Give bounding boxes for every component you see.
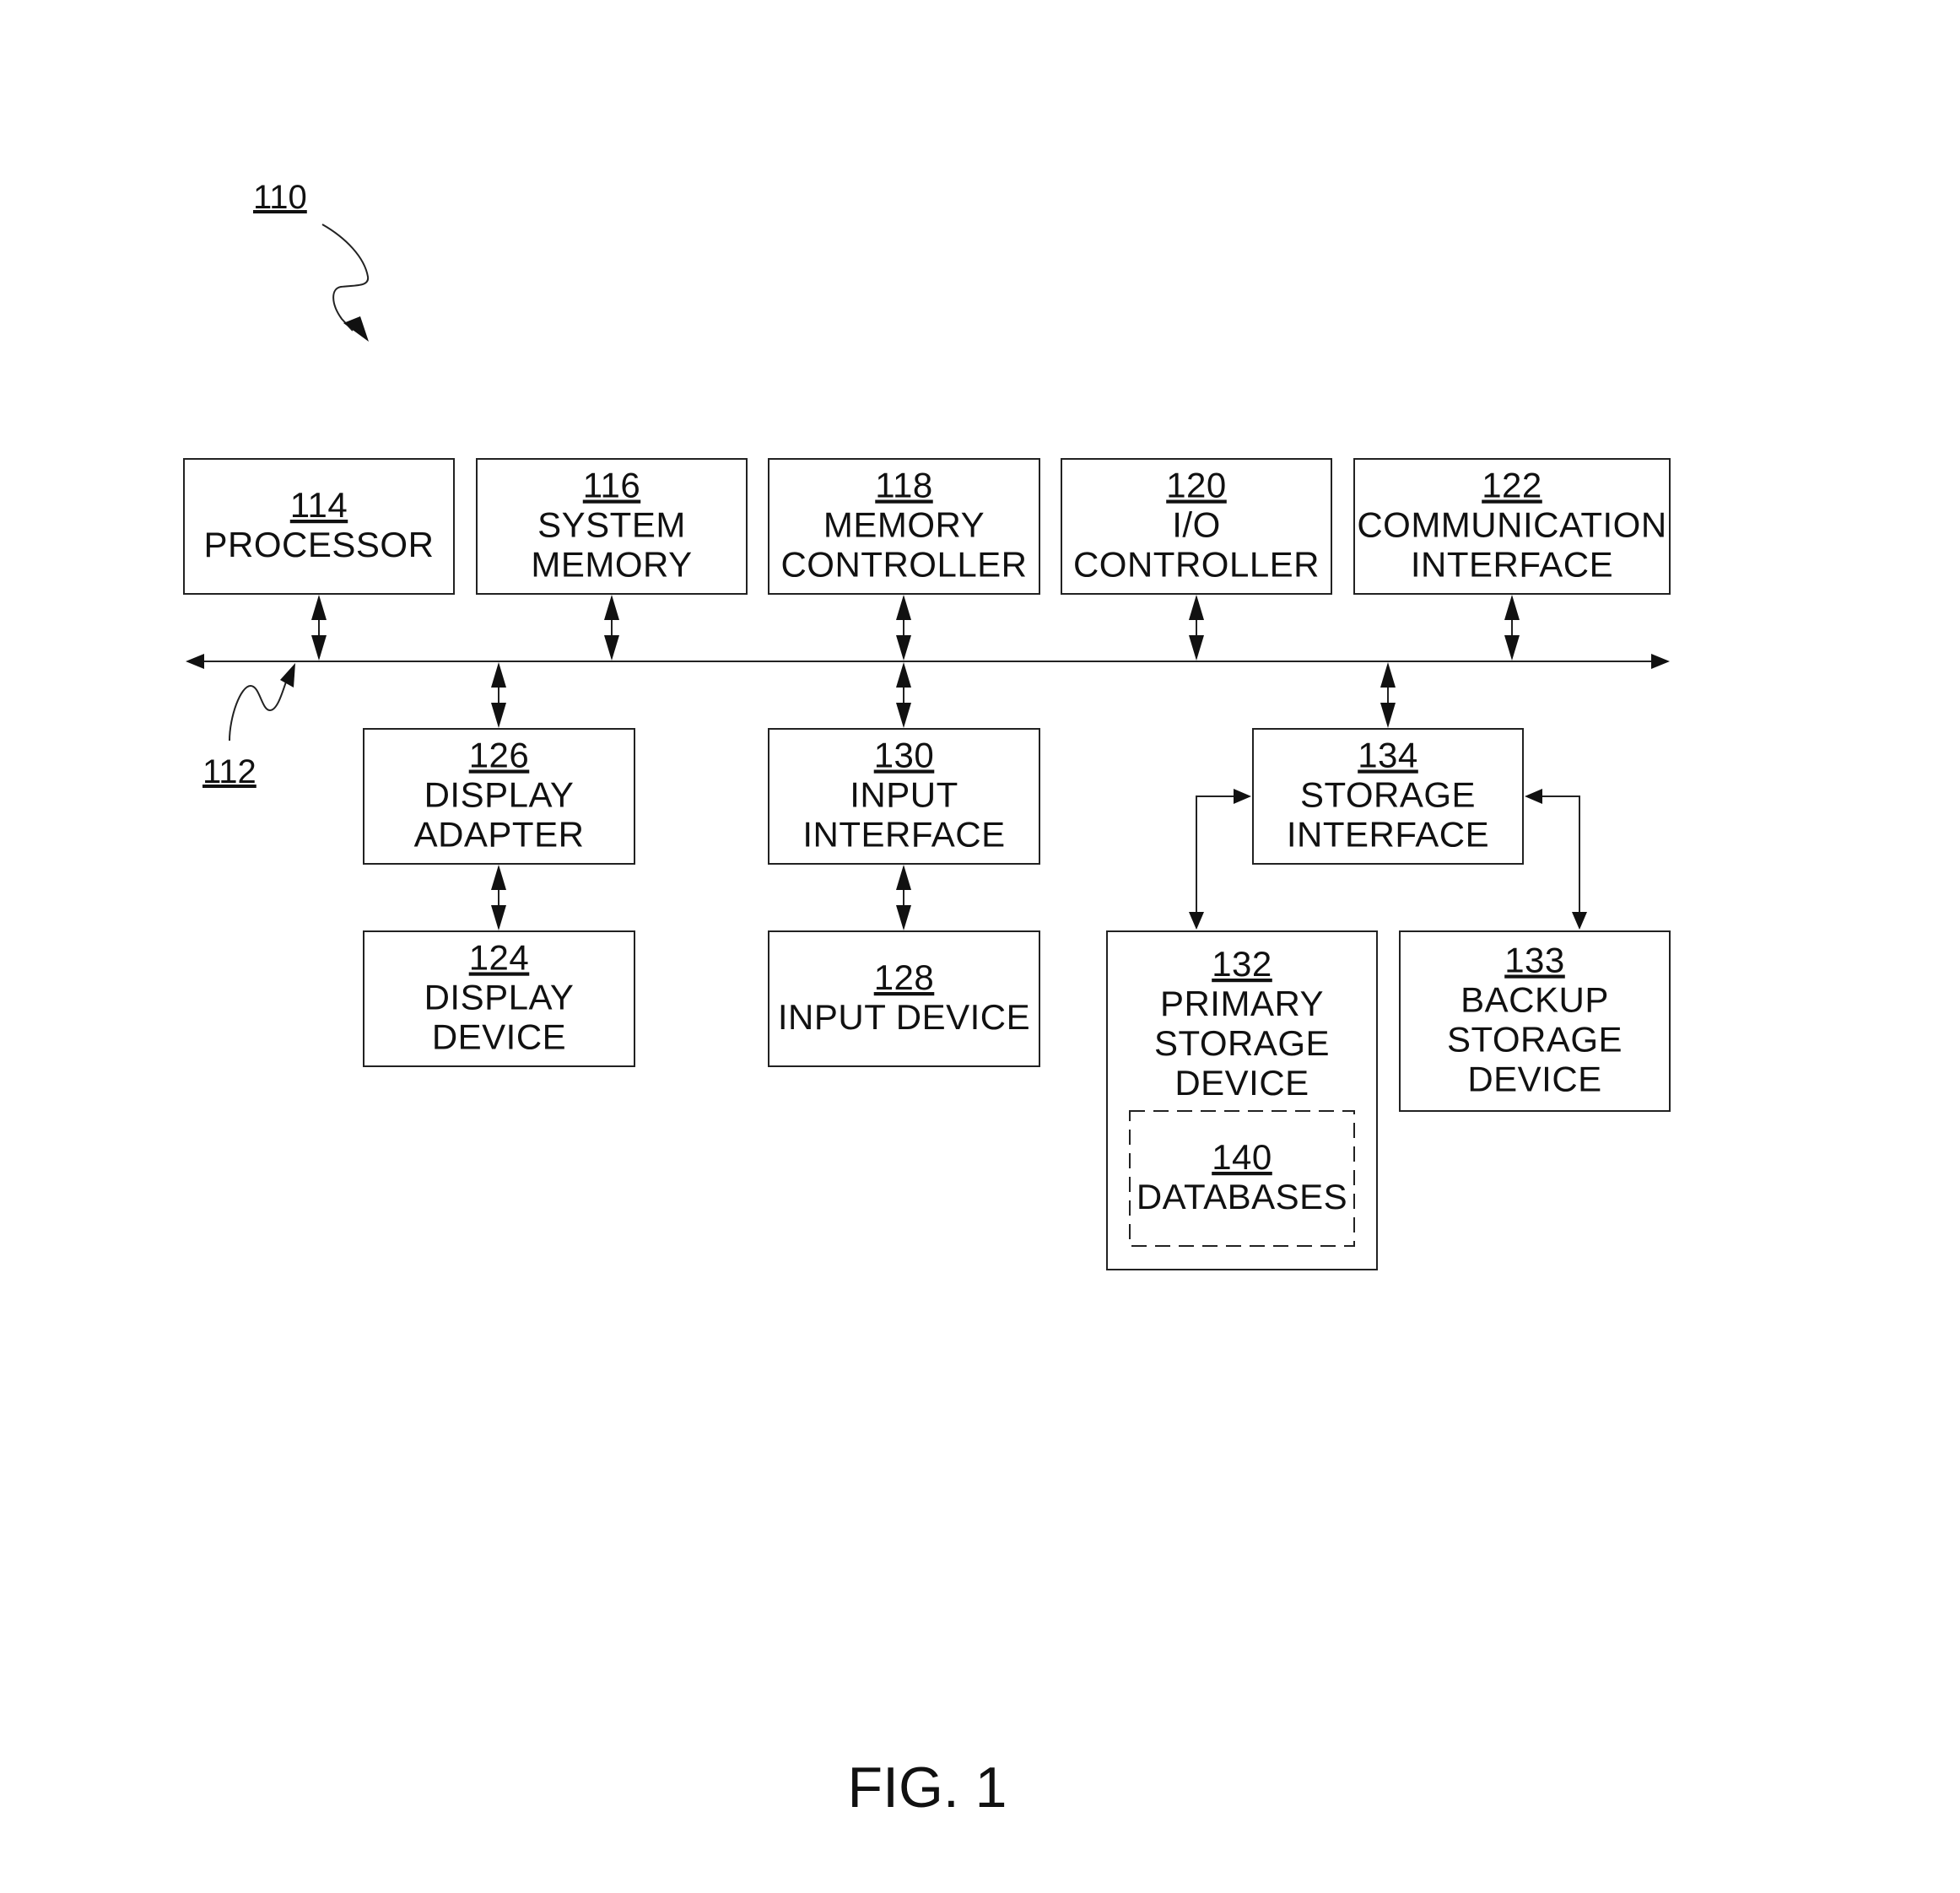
block-label-line: DEVICE [1467,1060,1601,1099]
arrowhead-down [1504,635,1520,661]
block-input-device: 128INPUT DEVICE [768,930,1040,1067]
bus-ref-arrowhead [280,663,295,688]
block-ref-number: 140 [1212,1137,1272,1177]
block-label-line: DISPLAY [424,775,575,815]
block-label-line: CONTROLLER [1073,545,1320,585]
block-io-controller: 120I/OCONTROLLER [1061,458,1332,595]
arrowhead-down [896,703,911,728]
block-label-line: MEMORY [823,505,985,545]
bus-ref-label: 112 [202,753,256,790]
arrowhead-down [1189,635,1204,661]
block-label-line: INTERFACE [1287,815,1489,855]
arrowhead-down [1380,703,1396,728]
block-primary-storage-device: 132PRIMARYSTORAGEDEVICE [1106,930,1378,1270]
block-communication-interface: 122COMMUNICATIONINTERFACE [1353,458,1671,595]
block-system-memory: 116SYSTEMMEMORY [476,458,748,595]
arrowhead-storage-interface-left [1234,789,1251,804]
block-label-line: STORAGE [1300,775,1476,815]
arrowhead-backup-storage [1572,912,1587,930]
connector-io-controller-bus [1189,595,1204,661]
arrowhead-up [491,662,506,688]
arrowhead-down [896,635,911,661]
block-ref-number: 128 [874,957,935,997]
block-ref-number: 126 [469,736,530,775]
connector-communication-interface-bus [1504,595,1520,661]
block-display-device: 124DISPLAYDEVICE [363,930,635,1067]
block-label-line: DEVICE [432,1017,566,1057]
block-label-line: INPUT DEVICE [778,997,1030,1037]
connector-display-adapter-display-device [491,865,506,930]
block-label-line: CONTROLLER [780,545,1027,585]
arrowhead-up [896,595,911,620]
connector-processor-bus [311,595,327,661]
block-label-line: BACKUP [1461,980,1609,1020]
connector-input-interface-input-device [896,865,911,930]
block-label-line: DATABASES [1137,1177,1347,1216]
block-label-line: PRIMARY [1160,984,1324,1023]
bus-left-arrowhead [186,654,204,669]
arrowhead-down [896,905,911,930]
block-label-line: INTERFACE [1411,545,1613,585]
block-ref-number: 122 [1482,466,1542,505]
block-ref-number: 132 [1212,944,1272,984]
block-ref-number: 114 [290,485,348,525]
arrowhead-up [896,865,911,890]
connector-bus-display-adapter [491,662,506,728]
block-display-adapter: 126DISPLAYADAPTER [363,728,635,865]
block-ref-number: 134 [1358,736,1418,775]
blocks: 114PROCESSOR116SYSTEMMEMORY118MEMORYCONT… [183,458,1671,1270]
block-memory-controller: 118MEMORYCONTROLLER [768,458,1040,595]
arrowhead-primary-storage [1189,912,1204,930]
bus-right-arrowhead [1651,654,1670,669]
arrowhead-up [604,595,619,620]
block-input-interface: 130INPUTINTERFACE [768,728,1040,865]
arrowhead-up [896,662,911,688]
arrowhead-up [491,865,506,890]
arrowhead-down [491,703,506,728]
figure-caption: FIG. 1 [848,1755,1007,1820]
connector-system-memory-bus [604,595,619,661]
block-label-line: PROCESSOR [204,525,435,564]
block-ref-number: 124 [469,938,530,978]
system-ref-wavy-arrow [321,224,370,332]
block-label-line: STORAGE [1447,1020,1623,1060]
block-ref-number: 130 [874,736,935,775]
bus-ref-wavy-arrow [229,674,289,742]
connector-memory-controller-bus [896,595,911,661]
system-ref-label: 110 [253,179,307,216]
block-label-line: INTERFACE [802,815,1005,855]
block-label-line: I/O [1172,505,1221,545]
block-label-line: MEMORY [531,545,692,585]
block-label-line: INPUT [850,775,958,815]
block-backup-storage-device: 133BACKUPSTORAGEDEVICE [1399,930,1671,1112]
block-label-line: SYSTEM [537,505,686,545]
connector-storage-primary [1196,795,1239,918]
block-processor: 114PROCESSOR [183,458,455,595]
arrowhead-up [311,595,327,620]
system-ref-arrowhead [343,316,369,342]
block-ref-number: 116 [583,466,640,505]
arrowhead-storage-interface-right [1525,789,1542,804]
connector-bus-storage-interface [1380,662,1396,728]
arrowhead-down [604,635,619,661]
connector-storage-backup [1537,795,1580,918]
block-label-line: STORAGE [1154,1023,1330,1063]
arrowhead-up [1504,595,1520,620]
system-block-diagram: 110 112 114PROCESSOR116SYSTEMMEMORY118ME… [183,179,1671,1820]
block-storage-interface: 134STORAGEINTERFACE [1252,728,1524,865]
system-reference: 110 [253,179,370,342]
connector-bus-input-interface [896,662,911,728]
block-label-line: DISPLAY [424,978,575,1017]
block-label-line: DEVICE [1174,1063,1309,1103]
block-ref-number: 118 [875,466,932,505]
arrowhead-down [311,635,327,661]
block-label-line: ADAPTER [414,815,585,855]
arrowhead-down [491,905,506,930]
arrowhead-up [1189,595,1204,620]
arrowhead-up [1380,662,1396,688]
block-ref-number: 133 [1504,941,1565,980]
block-label-line: COMMUNICATION [1357,505,1666,545]
block-ref-number: 120 [1166,466,1227,505]
